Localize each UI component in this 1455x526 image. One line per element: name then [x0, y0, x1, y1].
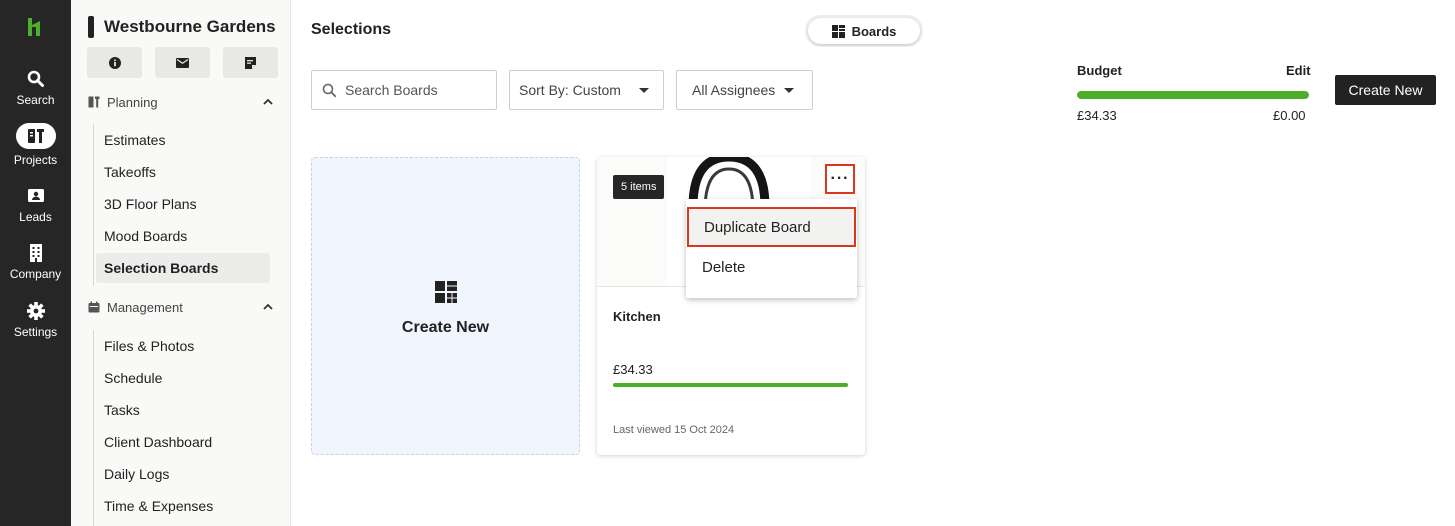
board-name: Kitchen [613, 309, 661, 324]
board-last-viewed: Last viewed 15 Oct 2024 [613, 424, 735, 436]
assignees-dropdown[interactable]: All Assignees [676, 70, 813, 110]
project-info-button[interactable] [87, 47, 142, 78]
sort-dropdown-value: Sort By: Custom [519, 82, 621, 98]
budget-remaining: £0.00 [1273, 108, 1306, 123]
project-sidebar: Westbourne Gardens Planning Estimates Ta… [71, 0, 291, 526]
sidebar-item-time-expenses[interactable]: Time & Expenses [96, 491, 270, 521]
project-title-text: Westbourne Gardens [104, 17, 276, 36]
mail-icon [176, 57, 189, 68]
project-quick-actions [87, 47, 278, 78]
gear-icon [26, 302, 45, 320]
sidebar-item-estimates[interactable]: Estimates [96, 125, 270, 155]
chevron-up-icon[interactable] [262, 301, 274, 313]
more-horizontal-icon: ··· [830, 170, 850, 187]
rail-label: Search [16, 93, 55, 107]
menu-item-delete[interactable]: Delete [687, 247, 856, 287]
view-toggle-boards[interactable]: Boards [808, 18, 920, 44]
section-management-label: Management [107, 299, 183, 315]
budget-spent: £34.33 [1077, 108, 1117, 123]
rail-item-search[interactable]: Search [0, 69, 71, 107]
view-toggle-label: Boards [851, 23, 897, 39]
board-context-menu: Duplicate Board Delete [686, 199, 857, 298]
section-management[interactable]: Management [88, 298, 274, 316]
rail-label: Leads [19, 210, 52, 224]
sidebar-item-3d-floor-plans[interactable]: 3D Floor Plans [96, 189, 270, 219]
sort-dropdown[interactable]: Sort By: Custom [509, 70, 664, 110]
rail-item-company[interactable]: Company [0, 243, 71, 281]
rail-active-pill [15, 123, 56, 149]
sidebar-item-client-dashboard[interactable]: Client Dashboard [96, 427, 270, 457]
board-cost: £34.33 [613, 362, 653, 377]
sidebar-item-mood-boards[interactable]: Mood Boards [96, 221, 270, 251]
note-icon [245, 56, 256, 69]
project-notes-button[interactable] [223, 47, 278, 78]
planning-tree-line [93, 124, 94, 286]
grid-icon [831, 24, 845, 38]
project-color-bar [88, 16, 94, 38]
board-more-options-button[interactable]: ··· [825, 164, 855, 194]
leads-icon [27, 189, 44, 202]
building-icon [29, 244, 42, 262]
management-tree-line [93, 330, 94, 526]
caret-down-icon [639, 88, 649, 93]
caret-down-icon [784, 88, 794, 93]
sidebar-item-tasks[interactable]: Tasks [96, 395, 270, 425]
sidebar-item-selection-boards[interactable]: Selection Boards [96, 253, 270, 283]
search-icon [322, 83, 337, 97]
rail-item-projects[interactable]: Projects [0, 123, 71, 167]
page-title: Selections [311, 21, 392, 38]
sidebar-item-files-photos[interactable]: Files & Photos [96, 331, 270, 361]
rail-item-settings[interactable]: Settings [0, 301, 71, 339]
assignees-dropdown-value: All Assignees [692, 82, 776, 98]
rail-label: Settings [13, 325, 58, 339]
budget-progress-bar [1077, 91, 1309, 99]
chevron-up-icon[interactable] [262, 96, 274, 108]
projects-icon [27, 129, 44, 143]
menu-item-duplicate-board[interactable]: Duplicate Board [687, 207, 856, 247]
search-input[interactable] [345, 82, 485, 98]
search-boards-field[interactable] [311, 70, 497, 110]
info-icon [108, 56, 121, 69]
project-title[interactable]: Westbourne Gardens [88, 16, 276, 38]
create-new-board-card[interactable]: Create New [311, 157, 580, 455]
calendar-icon [88, 301, 100, 313]
view-toggle: Boards [805, 15, 923, 47]
rail-label: Company [9, 267, 62, 281]
board-progress-bar [613, 383, 848, 387]
create-new-board-label: Create New [401, 319, 490, 336]
rail-item-leads[interactable]: Leads [0, 186, 71, 224]
rail-label: Projects [13, 153, 58, 167]
board-progress-fill [613, 383, 848, 387]
search-icon [27, 70, 44, 87]
budget-label: Budget [1077, 63, 1122, 78]
create-new-button[interactable]: Create New [1335, 75, 1436, 105]
grid-icon [434, 281, 457, 303]
sidebar-item-daily-logs[interactable]: Daily Logs [96, 459, 270, 489]
section-planning-label: Planning [107, 94, 158, 110]
sidebar-item-takeoffs[interactable]: Takeoffs [96, 157, 270, 187]
section-planning[interactable]: Planning [88, 93, 274, 111]
app-rail: Search Projects Leads Company Settings [0, 0, 71, 526]
project-mail-button[interactable] [155, 47, 210, 78]
budget-edit-link[interactable]: Edit [1286, 63, 1311, 78]
planning-icon [88, 96, 100, 108]
app-logo-icon[interactable] [26, 16, 46, 38]
items-count-badge: 5 items [613, 175, 665, 199]
sidebar-item-schedule[interactable]: Schedule [96, 363, 270, 393]
budget-progress-fill [1077, 91, 1309, 99]
